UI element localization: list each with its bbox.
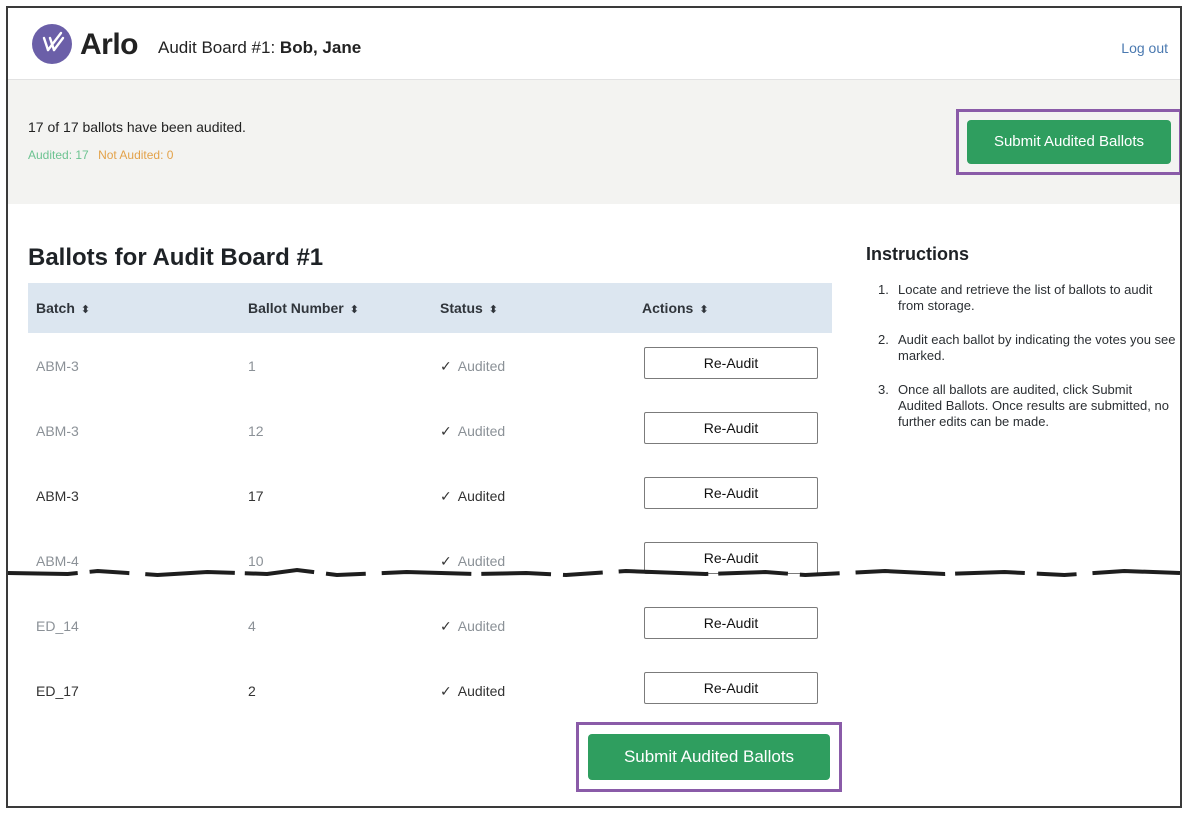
batch-cell: ABM-3 (36, 358, 79, 374)
status-label: Audited (457, 683, 506, 699)
instruction-step: 3. Once all ballots are audited, click Su… (878, 382, 1178, 430)
column-label: Status (440, 300, 483, 316)
batch-cell: ED_14 (36, 618, 79, 634)
status-cell: ✓ Audited (440, 423, 505, 440)
instructions-list: 1. Locate and retrieve the list of ballot… (878, 282, 1178, 448)
top-bar: Arlo Audit Board #1: Bob, Jane Log out (8, 8, 1180, 80)
table-row: ABM-3 17 ✓ Audited Re-Audit (28, 463, 832, 528)
app-frame: Arlo Audit Board #1: Bob, Jane Log out 1… (6, 6, 1182, 808)
bottom-submit-highlight: Submit Audited Ballots (576, 722, 842, 792)
instructions-heading: Instructions (866, 244, 970, 264)
arlo-logo-icon (32, 24, 72, 64)
ballot-number-cell: 4 (248, 618, 256, 634)
logout-link[interactable]: Log out (1121, 40, 1168, 56)
status-label: Audited (457, 358, 506, 374)
sort-icon: ⬍ (349, 304, 359, 316)
table-row: ABM-4 10 ✓ Audited Re-Audit (28, 528, 832, 593)
re-audit-button[interactable]: Re-Audit (644, 607, 818, 639)
column-header-batch[interactable]: Batch ⬍ (36, 300, 90, 316)
top-submit-highlight: Submit Audited Ballots (956, 109, 1180, 175)
column-label: Actions (642, 300, 694, 316)
batch-cell: ABM-3 (36, 423, 79, 439)
submit-audited-ballots-button-top[interactable]: Submit Audited Ballots (967, 120, 1171, 164)
status-label: Audited (457, 488, 506, 504)
re-audit-button[interactable]: Re-Audit (644, 477, 818, 509)
ballots-heading: Ballots for Audit Board #1 (28, 244, 324, 271)
table-header: Batch ⬍ Ballot Number ⬍ Status ⬍ Actions ⬍ (28, 283, 832, 333)
step-number: 2. (878, 332, 889, 347)
status-cell: ✓ Audited (440, 618, 505, 635)
check-icon: ✓ (440, 358, 452, 374)
column-header-actions[interactable]: Actions ⬍ (642, 300, 709, 316)
check-icon: ✓ (440, 618, 452, 634)
batch-cell: ABM-3 (36, 488, 79, 504)
re-audit-button[interactable]: Re-Audit (644, 672, 818, 704)
ballot-number-cell: 12 (248, 423, 264, 439)
step-text: Audit each ballot by indicating the vote… (898, 332, 1176, 363)
sort-icon: ⬍ (488, 304, 499, 316)
check-icon: ✓ (440, 683, 452, 699)
column-header-ballot-number[interactable]: Ballot Number ⬍ (248, 300, 359, 316)
step-text: Locate and retrieve the list of ballots … (898, 282, 1153, 313)
instruction-step: 2. Audit each ballot by indicating the vo… (878, 332, 1178, 364)
step-number: 1. (878, 282, 889, 297)
status-cell: ✓ Audited (440, 488, 505, 505)
status-cell: ✓ Audited (440, 683, 505, 700)
ballot-number-cell: 1 (248, 358, 256, 374)
table-row: ABM-3 1 ✓ Audited Re-Audit (28, 333, 832, 398)
step-text: Once all ballots are audited, click Subm… (898, 382, 1169, 429)
progress-panel: 17 of 17 ballots have been audited. Audi… (8, 80, 1180, 204)
audited-count: Audited: 17 (28, 148, 89, 162)
status-label: Audited (457, 423, 506, 439)
sort-icon: ⬍ (699, 304, 709, 316)
audit-counts: Audited: 17 Not Audited: 0 (28, 148, 173, 162)
status-label: Audited (457, 618, 506, 634)
ballot-number-cell: 17 (248, 488, 264, 504)
scan-tear-divider (8, 567, 1180, 578)
board-members: Bob, Jane (279, 38, 362, 57)
check-icon: ✓ (440, 488, 452, 504)
re-audit-button[interactable]: Re-Audit (644, 412, 818, 444)
step-number: 3. (878, 382, 889, 397)
board-prefix: Audit Board #1: (158, 38, 280, 57)
ballot-number-cell: 2 (248, 683, 256, 699)
batch-cell: ED_17 (36, 683, 79, 699)
check-icon: ✓ (440, 423, 452, 439)
ballots-table: Batch ⬍ Ballot Number ⬍ Status ⬍ Actions ⬍ A… (28, 283, 832, 723)
brand-name: Arlo (80, 28, 139, 61)
audit-board-title: Audit Board #1: Bob, Jane (158, 38, 361, 58)
audit-summary: 17 of 17 ballots have been audited. (28, 119, 246, 135)
submit-audited-ballots-button-bottom[interactable]: Submit Audited Ballots (588, 734, 830, 780)
re-audit-button[interactable]: Re-Audit (644, 347, 818, 379)
column-label: Ballot Number (248, 300, 344, 316)
instruction-step: 1. Locate and retrieve the list of ballot… (878, 282, 1178, 314)
status-cell: ✓ Audited (440, 358, 505, 375)
not-audited-count: Not Audited: 0 (98, 148, 174, 162)
table-row: ED_17 2 ✓ Audited Re-Audit (28, 658, 832, 723)
table-row: ED_14 4 ✓ Audited Re-Audit (28, 593, 832, 658)
sort-icon: ⬍ (80, 304, 91, 316)
column-label: Batch (36, 300, 75, 316)
table-row: ABM-3 12 ✓ Audited Re-Audit (28, 398, 832, 463)
column-header-status[interactable]: Status ⬍ (440, 300, 498, 316)
